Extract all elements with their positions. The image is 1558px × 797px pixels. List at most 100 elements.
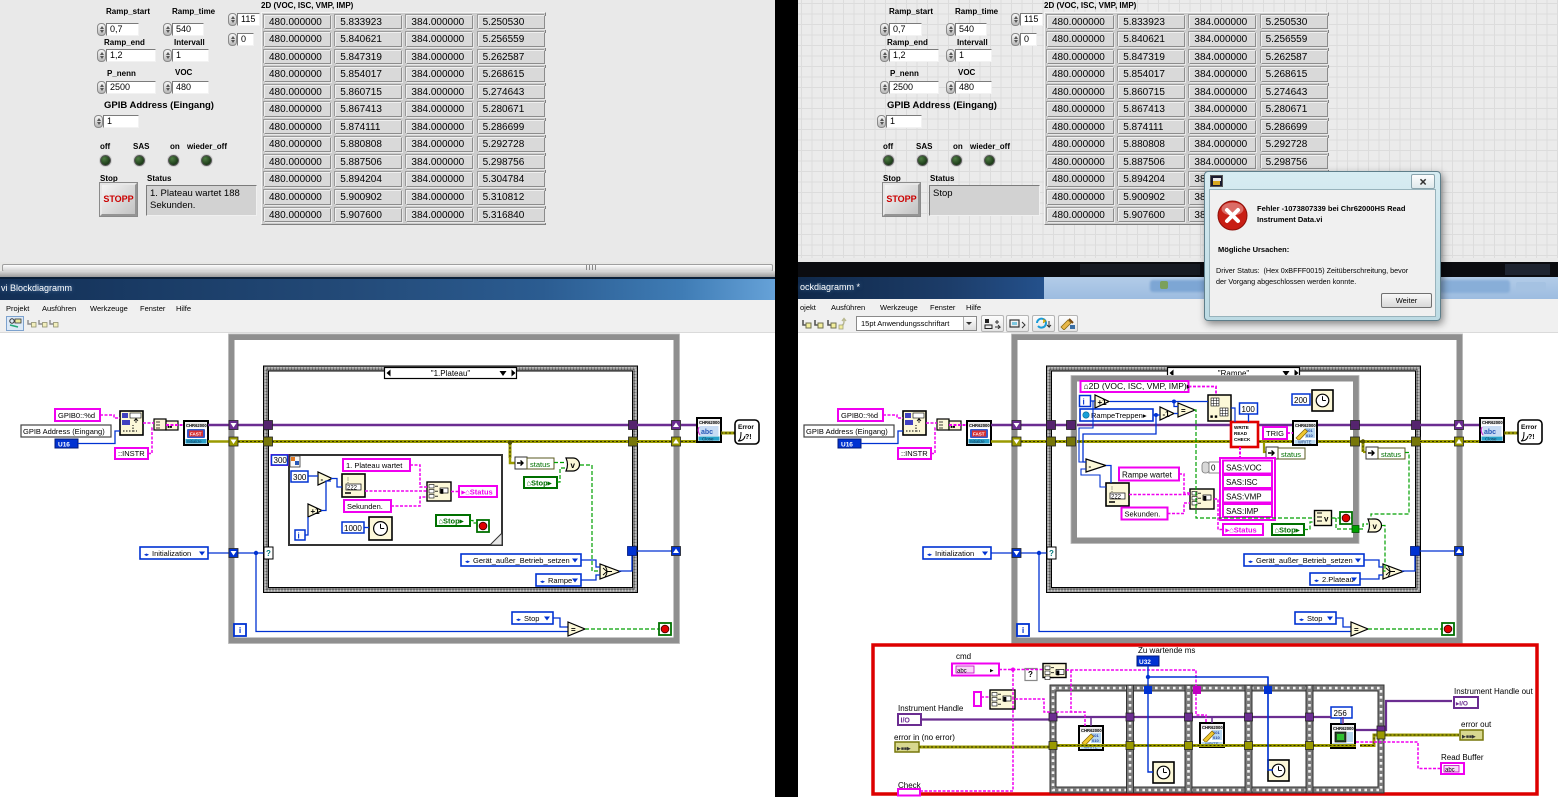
svg-text:abc: abc xyxy=(1484,429,1496,436)
svg-text:1. Plateau wartet: 1. Plateau wartet xyxy=(346,461,403,470)
svg-text:SAS:VOC: SAS:VOC xyxy=(1226,464,1262,473)
svg-text:v: v xyxy=(1324,515,1329,524)
svg-text:?!: ?! xyxy=(1528,434,1535,441)
svg-text:◂▸: ◂▸ xyxy=(1299,617,1305,623)
svg-text:?!: ?! xyxy=(745,434,752,441)
svg-text:GPIB Address (Eingang): GPIB Address (Eingang) xyxy=(806,427,888,436)
svg-text:status: status xyxy=(530,460,550,469)
svg-text:010: 010 xyxy=(1306,433,1313,438)
svg-text:Read Buffer: Read Buffer xyxy=(1441,753,1484,762)
svg-text:⋮: ⋮ xyxy=(1109,487,1115,493)
svg-text:▸⌂Status: ▸⌂Status xyxy=(1225,526,1257,535)
svg-text:?: ? xyxy=(1028,670,1033,679)
svg-text:300: 300 xyxy=(293,473,307,482)
svg-text:?: ? xyxy=(266,549,271,558)
svg-text:GPIB0::%d: GPIB0::%d xyxy=(58,411,95,420)
svg-text:CHR62000: CHR62000 xyxy=(1333,726,1354,731)
svg-text:◂▸: ◂▸ xyxy=(1248,559,1254,565)
svg-text:v: v xyxy=(571,461,576,470)
svg-text:010: 010 xyxy=(1213,735,1220,740)
svg-text:◂▸: ◂▸ xyxy=(540,579,546,585)
svg-text:U32: U32 xyxy=(1139,659,1151,666)
svg-text:i: i xyxy=(298,532,300,541)
svg-text:FAST: FAST xyxy=(973,432,985,437)
svg-text:cmd: cmd xyxy=(956,652,971,661)
svg-text:READ: READ xyxy=(1234,431,1248,436)
svg-text:▸: ▸ xyxy=(990,668,994,675)
svg-text:status: status xyxy=(1381,450,1401,459)
svg-text:▸⌂Status: ▸⌂Status xyxy=(461,488,493,497)
svg-text:v: v xyxy=(1373,522,1378,531)
svg-text:Sekunden.: Sekunden. xyxy=(347,502,383,511)
svg-text:CHECK: CHECK xyxy=(1234,437,1251,442)
svg-text:Gerät_außer_Betrieb_setzen: Gerät_außer_Betrieb_setzen xyxy=(473,556,570,565)
svg-text:■ ■: ■ ■ xyxy=(1210,414,1217,420)
svg-text:-1: -1 xyxy=(1163,410,1171,419)
svg-text:Zu wartende ms: Zu wartende ms xyxy=(1138,646,1195,655)
svg-text:RampeTreppen▸: RampeTreppen▸ xyxy=(1091,411,1147,420)
svg-text:Rampe: Rampe xyxy=(548,576,572,585)
svg-text:i: i xyxy=(239,625,241,635)
svg-text:▶■■▶: ▶■■▶ xyxy=(897,746,911,752)
svg-text:U16: U16 xyxy=(58,442,70,449)
svg-text:SAS:VMP: SAS:VMP xyxy=(1226,493,1262,502)
svg-text:1000: 1000 xyxy=(344,524,362,533)
svg-text:⌂Stop▸: ⌂Stop▸ xyxy=(1275,526,1301,535)
svg-text:GPIB0::%d: GPIB0::%d xyxy=(841,411,878,420)
svg-text:::INSTR: ::INSTR xyxy=(118,449,145,458)
svg-text:CHR62000: CHR62000 xyxy=(699,420,720,425)
svg-text:◂▸: ◂▸ xyxy=(927,552,933,558)
svg-text:Initialization: Initialization xyxy=(935,549,974,558)
svg-text:256: 256 xyxy=(1334,709,1348,718)
svg-text:-: - xyxy=(321,475,324,484)
svg-text:⌂2D (VOC, ISC, VMP, IMP)▸: ⌂2D (VOC, ISC, VMP, IMP)▸ xyxy=(1084,381,1192,391)
svg-text:Stop: Stop xyxy=(524,614,539,623)
svg-text:Sekunden.: Sekunden. xyxy=(1125,510,1161,519)
svg-text:Error: Error xyxy=(738,424,754,431)
svg-text:222: 222 xyxy=(1111,495,1122,501)
svg-text:Close: Close xyxy=(702,436,714,441)
svg-text:-: - xyxy=(1089,462,1092,471)
svg-text:=: = xyxy=(1354,626,1359,635)
svg-text:+1: +1 xyxy=(311,507,321,516)
svg-text:FAST: FAST xyxy=(190,432,202,437)
svg-text:Initialization: Initialization xyxy=(152,549,191,558)
svg-text:▸I/O: ▸I/O xyxy=(1455,701,1468,708)
svg-text:Gerät_außer_Betrieb_setzen: Gerät_außer_Betrieb_setzen xyxy=(1256,556,1353,565)
svg-text:WRITE: WRITE xyxy=(1234,425,1249,430)
svg-text:⌂Stop▸: ⌂Stop▸ xyxy=(439,517,465,526)
svg-text:⌂Stop▸: ⌂Stop▸ xyxy=(527,479,553,488)
svg-text:◂▸: ◂▸ xyxy=(144,552,150,558)
svg-text:CHR62000: CHR62000 xyxy=(1482,420,1503,425)
svg-text:WRITE: WRITE xyxy=(1298,440,1312,445)
svg-text:⋮: ⋮ xyxy=(345,478,351,484)
svg-text:error in (no error): error in (no error) xyxy=(894,733,955,742)
svg-text:Stop: Stop xyxy=(1307,614,1322,623)
svg-text:Instrument Handle: Instrument Handle xyxy=(898,704,964,713)
svg-text:◂▸: ◂▸ xyxy=(516,617,522,623)
svg-text:◂▸: ◂▸ xyxy=(465,559,471,565)
svg-text:U16: U16 xyxy=(841,442,853,449)
svg-text:CHR62000: CHR62000 xyxy=(969,423,990,428)
svg-text:=: = xyxy=(1181,407,1186,416)
svg-text:▶■■▶: ▶■■▶ xyxy=(1462,734,1476,740)
svg-text:010: 010 xyxy=(1092,738,1099,743)
svg-text:100: 100 xyxy=(1242,405,1256,414)
svg-text:0: 0 xyxy=(1211,464,1216,473)
svg-text:TRIG: TRIG xyxy=(1266,429,1284,438)
svg-text:I/O: I/O xyxy=(901,718,911,725)
svg-text:GPIB Address (Eingang): GPIB Address (Eingang) xyxy=(23,427,105,436)
svg-text:i: i xyxy=(1022,625,1024,635)
svg-text:abc: abc xyxy=(701,429,713,436)
svg-text:2.Plateau: 2.Plateau xyxy=(1322,575,1354,584)
svg-text:status: status xyxy=(1281,450,1301,459)
svg-text:◂▸: ◂▸ xyxy=(1314,578,1320,584)
svg-text:CHR62000: CHR62000 xyxy=(186,423,207,428)
svg-text:Initialize: Initialize xyxy=(187,439,203,444)
svg-text:abc: abc xyxy=(957,668,967,674)
svg-text:error out: error out xyxy=(1461,720,1492,729)
svg-text:SAS:IMP: SAS:IMP xyxy=(1226,507,1258,516)
svg-text:Initialize: Initialize xyxy=(970,439,986,444)
svg-text:200: 200 xyxy=(1294,396,1308,405)
svg-text:+1: +1 xyxy=(1098,398,1108,407)
